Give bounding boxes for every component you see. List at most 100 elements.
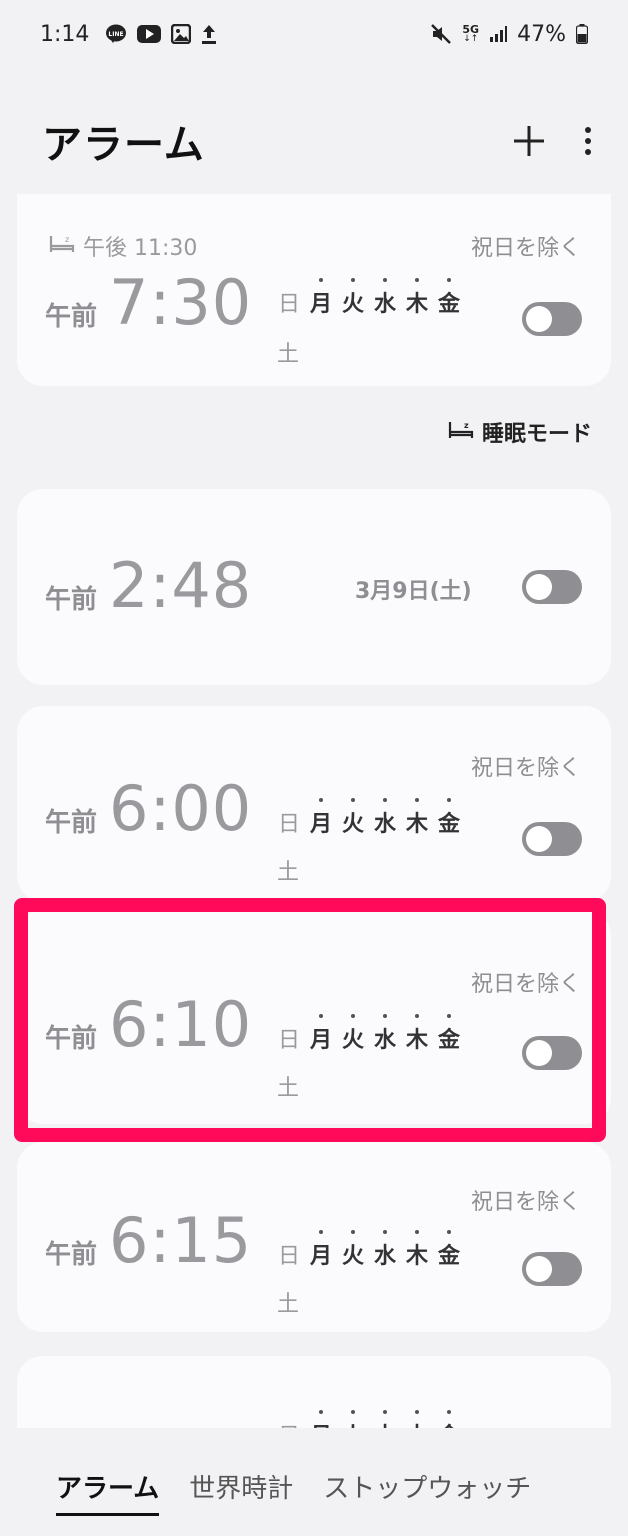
status-right: 5G ↓↑ 47%: [430, 22, 588, 47]
youtube-icon: [137, 25, 162, 43]
day-thu: 木: [405, 278, 429, 318]
day-dot: [447, 1014, 451, 1018]
weekday-row: 日 月 火 水 木 金: [277, 798, 461, 838]
day-wed: 水: [373, 798, 397, 838]
network-5g: 5G ↓↑: [462, 24, 479, 44]
upload-icon: [201, 23, 217, 45]
day-dot: [383, 1014, 387, 1018]
day-dot: [415, 1230, 419, 1234]
alarm-card[interactable]: 祝日を除く 午前 6:00 日 月 火 水 木 金 土: [17, 706, 611, 902]
alarm-list[interactable]: z 午後 11:30 祝日を除く 午前 7:30 日 月 火 水 木 金 土 z…: [0, 194, 628, 1428]
status-left: 1:14 LINE: [40, 22, 217, 47]
day-wed: 水: [373, 1014, 397, 1054]
day-label: 木: [405, 1028, 428, 1053]
day-dot: [415, 798, 419, 802]
day-label: 水: [373, 1244, 396, 1269]
day-label: 火: [341, 812, 364, 837]
day-dot: [319, 1014, 323, 1018]
more-vertical-icon[interactable]: [584, 126, 592, 156]
alarm-card[interactable]: z 午後 11:30 祝日を除く 午前 7:30 日 月 火 水 木 金 土: [17, 194, 611, 386]
day-dot: [415, 1410, 419, 1414]
header: アラーム: [0, 96, 628, 186]
day-dot: [319, 1410, 323, 1414]
day-dot: [351, 1410, 355, 1414]
day-thu: 木: [405, 798, 429, 838]
holiday-label: 祝日を除く: [470, 756, 581, 781]
day-dot: [351, 1014, 355, 1018]
day-sat: 土: [277, 342, 300, 367]
day-thu: 木: [405, 1410, 429, 1428]
alarm-card[interactable]: 祝日を除く 午前 6:15 日 月 火 水 木 金 土: [17, 1142, 611, 1332]
day-mon: 月: [309, 1230, 333, 1270]
day-dot: [319, 1230, 323, 1234]
day-thu: 木: [405, 1014, 429, 1054]
day-dot: [351, 278, 355, 282]
status-bar: 1:14 LINE 5G ↓↑ 47%: [0, 0, 628, 68]
line-icon: LINE: [105, 23, 127, 45]
alarm-card[interactable]: 祝日を除く 午前 6:10 日 月 火 水 木 金 土: [17, 910, 611, 1124]
alarm-time: 2:48: [109, 549, 253, 622]
toggle-knob: [526, 306, 552, 332]
weekday-row: 日 月 火 水 木 金: [277, 1410, 461, 1428]
tab-world-clock[interactable]: 世界時計: [189, 1468, 293, 1513]
day-sun: 日: [277, 1028, 300, 1053]
day-tue: 火: [341, 278, 365, 318]
day-label: 水: [373, 1028, 396, 1053]
alarm-card[interactable]: 日 月 火 水 木 金: [17, 1356, 611, 1428]
day-dot: [351, 798, 355, 802]
battery-percent: 47%: [517, 21, 566, 47]
day-label: 金: [437, 1028, 460, 1053]
day-fri: 金: [437, 1014, 461, 1054]
network-arrows-icon: ↓↑: [463, 34, 479, 44]
day-fri: 金: [437, 1230, 461, 1270]
alarm-date: 3月9日(土): [355, 579, 472, 604]
alarm-ampm: 午前: [45, 1240, 98, 1270]
day-label: 火: [341, 1028, 364, 1053]
alarm-toggle[interactable]: [522, 302, 582, 336]
day-label: 水: [373, 812, 396, 837]
day-label: 火: [341, 1244, 364, 1269]
alarm-toggle[interactable]: [522, 822, 582, 856]
day-sat: 土: [277, 1292, 300, 1317]
toggle-knob: [526, 826, 552, 852]
toggle-knob: [526, 1256, 552, 1282]
day-mon: 月: [309, 278, 333, 318]
alarm-toggle[interactable]: [522, 570, 582, 604]
tab-stopwatch[interactable]: ストップウォッチ: [323, 1468, 531, 1513]
day-label: 金: [437, 1244, 460, 1269]
status-time: 1:14: [40, 21, 90, 47]
day-dot: [415, 1014, 419, 1018]
bed-icon: z: [448, 418, 474, 446]
day-label: 木: [405, 812, 428, 837]
day-dot: [319, 278, 323, 282]
day-dot: [447, 1410, 451, 1414]
day-dot: [415, 278, 419, 282]
alarm-card[interactable]: 午前 2:48 3月9日(土): [17, 489, 611, 685]
day-fri: 金: [437, 798, 461, 838]
holiday-label: 祝日を除く: [470, 1190, 581, 1215]
day-mon: 月: [309, 1410, 333, 1428]
alarm-ampm: 午前: [45, 808, 98, 838]
alarm-toggle[interactable]: [522, 1036, 582, 1070]
day-tue: 火: [341, 1410, 365, 1428]
gallery-icon: [171, 24, 192, 44]
bedtime-row: z 午後 11:30: [49, 230, 197, 262]
day-label: 金: [437, 292, 460, 317]
alarm-ampm: 午前: [45, 1024, 98, 1054]
tab-alarm[interactable]: アラーム: [56, 1468, 160, 1516]
day-mon: 月: [309, 1014, 333, 1054]
day-sun: 日: [277, 1418, 301, 1428]
day-dot: [383, 798, 387, 802]
alarm-ampm: 午前: [45, 585, 98, 615]
day-fri: 金: [437, 278, 461, 318]
alarm-toggle[interactable]: [522, 1252, 582, 1286]
day-sat: 土: [277, 860, 300, 885]
day-label: 木: [405, 292, 428, 317]
battery-icon: [576, 24, 588, 44]
sleep-mode-label[interactable]: z 睡眠モード: [448, 416, 592, 448]
day-dot: [383, 1410, 387, 1414]
plus-icon[interactable]: [512, 124, 546, 158]
day-label: 月: [309, 292, 332, 317]
day-wed: 水: [373, 1230, 397, 1270]
day-dot: [319, 798, 323, 802]
